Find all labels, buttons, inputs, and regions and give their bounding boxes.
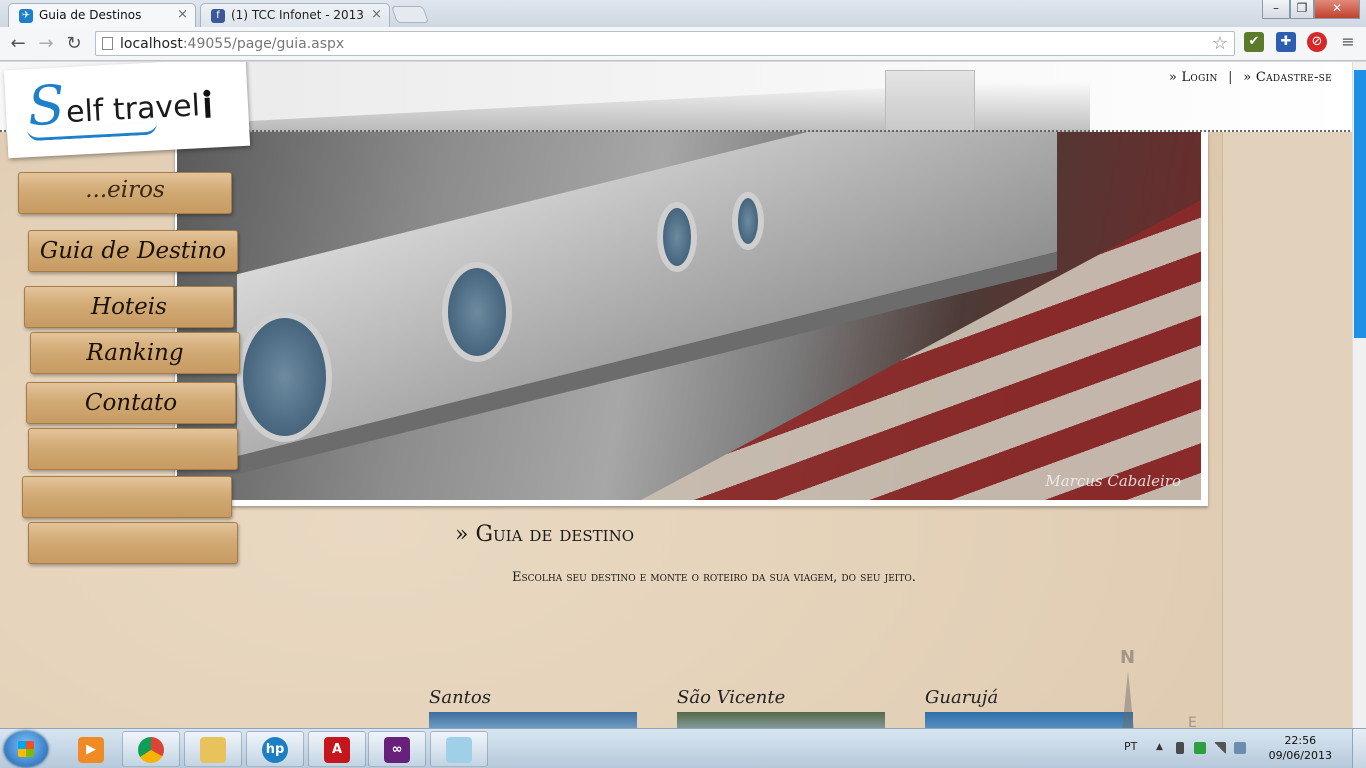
wrench-menu-icon[interactable]: ≡	[1338, 32, 1358, 52]
clock-time: 22:56	[1284, 734, 1317, 747]
taskbar-adobe[interactable]: A	[308, 731, 366, 767]
site-logo[interactable]: S elf travel	[3, 62, 251, 159]
auth-separator: |	[1228, 70, 1233, 85]
url-path: :49055/page/guia.aspx	[182, 36, 345, 52]
start-button[interactable]	[4, 731, 48, 767]
clock-date: 09/06/2013	[1268, 749, 1332, 762]
volume-icon[interactable]	[1234, 742, 1246, 754]
forward-arrow-icon[interactable]: →	[34, 32, 58, 56]
url-text: localhost:49055/page/guia.aspx	[120, 36, 344, 52]
battery-icon[interactable]	[1176, 742, 1184, 754]
back-arrow-icon[interactable]: ←	[6, 32, 30, 56]
minimize-button[interactable]: –	[1262, 0, 1290, 19]
balustrade-opening	[732, 192, 764, 250]
taskbar-explorer[interactable]	[184, 731, 242, 767]
tab-title: Guia de Destinos	[39, 8, 142, 22]
taskbar-notes[interactable]	[430, 731, 488, 767]
tab-title: (1) TCC Infonet - 2013	[231, 8, 364, 22]
compass-rose-icon: N E	[1110, 647, 1200, 728]
destination-name: Guarujá	[925, 687, 999, 708]
nav-item-partial[interactable]: ...eiros	[18, 172, 232, 214]
page-viewport: » Login | » Cadastre-se Marcus Cabaleiro…	[0, 62, 1352, 728]
visual-studio-icon: ∞	[384, 737, 410, 763]
balustrade-opening	[442, 262, 512, 362]
site-favicon-icon: ✈	[19, 9, 33, 23]
close-tab-icon[interactable]: ×	[177, 4, 188, 26]
signup-link[interactable]: » Cadastre-se	[1243, 70, 1332, 85]
window-close-button[interactable]: ✕	[1314, 0, 1360, 19]
page-icon	[102, 37, 113, 50]
notepad-icon	[446, 737, 472, 763]
traveler-icon	[201, 90, 213, 120]
auth-links: » Login | » Cadastre-se	[1169, 70, 1332, 85]
compass-north-label: N	[1120, 647, 1136, 668]
star-icon[interactable]: ☆	[1212, 33, 1228, 54]
adobe-icon: A	[324, 737, 350, 763]
extension-check-icon[interactable]: ✔	[1244, 32, 1264, 52]
nav-plank-empty	[22, 476, 232, 518]
nav-item-ranking[interactable]: Ranking	[30, 332, 240, 374]
taskbar-visual-studio[interactable]: ∞	[368, 731, 426, 767]
tab-strip: ✈ Guia de Destinos × f (1) TCC Infonet -…	[0, 0, 1366, 27]
right-side-panel	[1222, 62, 1352, 728]
login-link[interactable]: » Login	[1169, 70, 1218, 85]
chrome-icon	[138, 737, 164, 763]
balustrade-opening	[237, 312, 332, 442]
new-tab-button[interactable]	[390, 6, 430, 23]
close-tab-icon[interactable]: ×	[371, 4, 382, 26]
hero-photo: Marcus Cabaleiro	[177, 132, 1201, 500]
page-subtitle: Escolha seu destino e monte o roteiro da…	[512, 570, 916, 585]
language-indicator[interactable]: PT	[1124, 740, 1137, 753]
facebook-icon: f	[211, 9, 225, 23]
url-host: localhost	[120, 36, 183, 52]
vertical-scrollbar[interactable]	[1352, 62, 1366, 728]
nav-plank-empty	[28, 428, 238, 470]
photo-credit: Marcus Cabaleiro	[1045, 472, 1181, 490]
destination-thumbnail[interactable]	[925, 712, 1133, 728]
tab-guia-de-destinos[interactable]: ✈ Guia de Destinos ×	[8, 3, 196, 27]
nav-item-guia-de-destino[interactable]: Guia de Destino	[28, 230, 238, 272]
nav-item-hoteis[interactable]: Hoteis	[24, 286, 234, 328]
show-desktop-button[interactable]	[1352, 729, 1366, 768]
tab-tcc-infonet[interactable]: f (1) TCC Infonet - 2013 ×	[200, 3, 390, 27]
destination-card-guaruja[interactable]: Guarujá	[925, 687, 1133, 728]
extension-puzzle-icon[interactable]: ✚	[1276, 32, 1296, 52]
reload-icon[interactable]: ↻	[62, 32, 86, 56]
taskbar-media-player[interactable]: ▶	[62, 731, 120, 767]
windows-taskbar: ▶ hp A ∞ PT ▲ 22:56 09/06/2013	[0, 728, 1366, 768]
system-tray: PT ▲ 22:56 09/06/2013	[1116, 729, 1366, 768]
network-signal-icon[interactable]	[1214, 742, 1226, 754]
taskbar-clock[interactable]: 22:56 09/06/2013	[1269, 733, 1332, 763]
destination-card-santos[interactable]: Santos	[429, 687, 637, 728]
action-center-icon[interactable]	[1194, 742, 1206, 754]
folder-icon	[200, 737, 226, 763]
tray-expand-icon[interactable]: ▲	[1156, 742, 1168, 754]
hero-banner: Marcus Cabaleiro	[175, 132, 1208, 506]
balustrade-opening	[657, 202, 697, 272]
taskbar-hp[interactable]: hp	[246, 731, 304, 767]
destination-thumbnail[interactable]	[429, 712, 637, 728]
compass-east-label: E	[1188, 715, 1197, 728]
address-bar[interactable]: localhost:49055/page/guia.aspx ☆	[95, 31, 1235, 56]
scrollbar-thumb[interactable]	[1354, 70, 1366, 338]
nav-plank-empty	[28, 522, 238, 564]
taskbar-chrome[interactable]	[122, 731, 180, 767]
destination-name: São Vicente	[677, 687, 786, 708]
hp-icon: hp	[262, 737, 288, 763]
header-pillar-image	[885, 70, 975, 132]
destination-card-sao-vicente[interactable]: São Vicente	[677, 687, 885, 728]
destination-thumbnail[interactable]	[677, 712, 885, 728]
maximize-button[interactable]: ❐	[1290, 0, 1314, 19]
destination-name: Santos	[429, 687, 491, 708]
browser-toolbar: ← → ↻ localhost:49055/page/guia.aspx ☆	[0, 27, 1366, 61]
page-title: » Guia de destino	[455, 522, 634, 547]
media-player-icon: ▶	[78, 737, 104, 763]
adblock-icon[interactable]: ⊘	[1307, 32, 1327, 52]
nav-item-contato[interactable]: Contato	[26, 382, 236, 424]
windows-logo-icon	[18, 741, 34, 757]
compass-needle	[1122, 671, 1134, 728]
